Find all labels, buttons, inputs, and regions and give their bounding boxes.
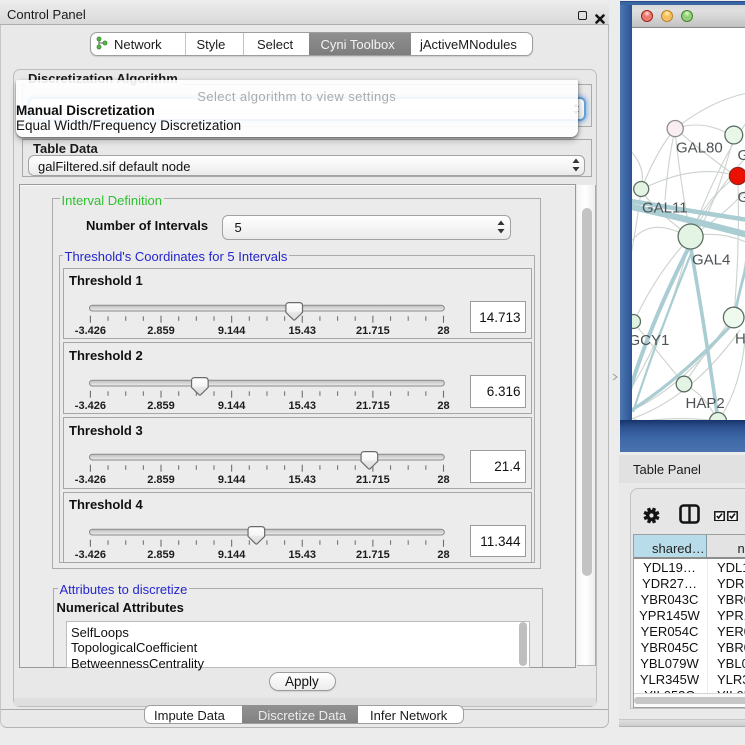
svg-text:9.144: 9.144: [218, 475, 246, 487]
svg-text:21.715: 21.715: [356, 549, 390, 561]
svg-text:-3.426: -3.426: [75, 400, 106, 412]
svg-text:21.715: 21.715: [356, 400, 390, 412]
svg-text:28: 28: [437, 400, 449, 412]
svg-text:21.715: 21.715: [356, 475, 390, 487]
svg-text:GAL80: GAL80: [676, 140, 723, 157]
svg-text:GA: GA: [738, 147, 745, 164]
svg-text:15.43: 15.43: [288, 475, 316, 487]
svg-text:-3.426: -3.426: [75, 549, 106, 561]
svg-text:15.43: 15.43: [288, 549, 316, 561]
svg-text:HAP2: HAP2: [686, 395, 725, 412]
svg-text:GCY1: GCY1: [632, 332, 669, 349]
svg-text:9.144: 9.144: [218, 549, 246, 561]
svg-text:9.144: 9.144: [218, 325, 246, 337]
svg-text:28: 28: [437, 325, 449, 337]
svg-text:28: 28: [437, 475, 449, 487]
svg-text:28: 28: [437, 549, 449, 561]
svg-text:-3.426: -3.426: [75, 475, 106, 487]
svg-text:2.859: 2.859: [147, 400, 175, 412]
svg-text:2.859: 2.859: [147, 325, 175, 337]
svg-text:9.144: 9.144: [218, 400, 246, 412]
svg-text:2.859: 2.859: [147, 549, 175, 561]
svg-text:GAL11: GAL11: [642, 200, 688, 217]
svg-text:21.715: 21.715: [356, 325, 390, 337]
svg-text:15.43: 15.43: [288, 325, 316, 337]
svg-text:-3.426: -3.426: [75, 325, 106, 337]
svg-text:GAL4: GAL4: [692, 252, 730, 269]
svg-text:2.859: 2.859: [147, 475, 175, 487]
svg-text:HIS: HIS: [735, 331, 745, 348]
svg-text:15.43: 15.43: [288, 400, 316, 412]
svg-text:G: G: [738, 189, 745, 206]
